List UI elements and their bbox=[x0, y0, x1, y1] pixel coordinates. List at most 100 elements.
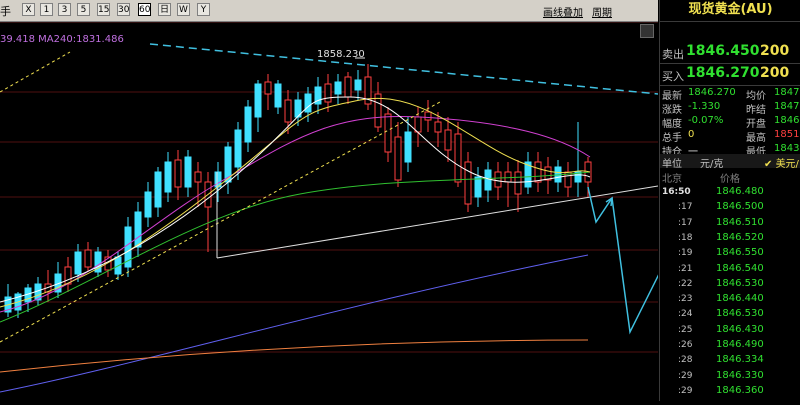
tick-row: :29 1846.330 bbox=[660, 369, 800, 385]
chart-scroll-button[interactable] bbox=[640, 24, 654, 38]
period-button-2[interactable]: 3 bbox=[58, 3, 71, 16]
candle-body bbox=[134, 211, 142, 248]
period-button-4[interactable]: 15 bbox=[97, 3, 110, 16]
tick-price: 1846.440 bbox=[716, 293, 764, 305]
ma20-line bbox=[0, 115, 591, 313]
candle-body bbox=[244, 106, 252, 143]
candle-body bbox=[84, 249, 92, 268]
period-button-6[interactable]: 60 bbox=[138, 3, 151, 16]
candle-body bbox=[194, 171, 202, 183]
stat-value: 1843 bbox=[774, 143, 800, 154]
stat-label: 开盘 bbox=[746, 119, 766, 130]
candle-body bbox=[464, 161, 472, 205]
sell-row: 卖出 1846.450 200 bbox=[660, 42, 800, 62]
tick-price: 1846.530 bbox=[716, 308, 764, 320]
tick-price: 1846.430 bbox=[716, 323, 764, 335]
tick-time: :17 bbox=[678, 202, 693, 213]
tick-time: :23 bbox=[678, 294, 693, 305]
tick-row: :28 1846.334 bbox=[660, 353, 800, 369]
period-button-9[interactable]: Y bbox=[197, 3, 210, 16]
candle-body bbox=[154, 171, 162, 208]
candle-body bbox=[414, 116, 422, 133]
tick-row: :26 1846.490 bbox=[660, 338, 800, 354]
stat-value: -0.07% bbox=[688, 115, 724, 126]
tick-time: :21 bbox=[678, 263, 693, 274]
ma240-line bbox=[0, 339, 589, 373]
period-button-0[interactable]: X bbox=[22, 3, 35, 16]
period-button-3[interactable]: 5 bbox=[77, 3, 90, 16]
tick-price: 1846.530 bbox=[716, 277, 764, 289]
tick-column-header: 单位 元/克 ✔ 美元/ bbox=[660, 154, 800, 170]
stat-value: 1847 bbox=[774, 101, 800, 112]
buy-label: 买入 bbox=[662, 70, 684, 83]
location-label: 北京 bbox=[662, 174, 682, 185]
candle-body bbox=[474, 176, 482, 198]
candle-body bbox=[454, 133, 462, 183]
candle-body bbox=[384, 113, 392, 153]
candle-body bbox=[424, 111, 432, 121]
trendline-dashed-top bbox=[0, 51, 71, 93]
overlay-link[interactable]: 画线叠加 bbox=[543, 4, 583, 19]
candle-body bbox=[284, 99, 292, 123]
candle-body bbox=[274, 83, 282, 108]
sell-label: 卖出 bbox=[662, 48, 684, 61]
candle-body bbox=[174, 159, 182, 188]
stat-value: 1847 bbox=[774, 87, 800, 98]
tick-price: 1846.360 bbox=[716, 384, 764, 396]
tick-time: :29 bbox=[678, 385, 693, 396]
tick-price: 1846.540 bbox=[716, 262, 764, 274]
stat-value: 1846 bbox=[774, 115, 800, 126]
ma10-line bbox=[0, 97, 591, 308]
candle-body bbox=[484, 169, 492, 191]
unit-label: 单位 bbox=[662, 159, 682, 170]
stat-label: 昨结 bbox=[746, 105, 766, 116]
ma-legend: 39.418 MA240:1831.486 bbox=[0, 34, 124, 45]
buy-size: 200 bbox=[760, 65, 790, 81]
candle-body bbox=[64, 266, 72, 285]
tick-row: :29 1846.360 bbox=[660, 384, 800, 400]
candle-body bbox=[514, 171, 522, 195]
high-price-label: 1858.230 bbox=[317, 49, 365, 60]
candle-body bbox=[434, 121, 442, 133]
instrument-title: 现货黄金(AU) bbox=[688, 2, 773, 17]
candle-body bbox=[494, 171, 502, 188]
candlestick-chart[interactable] bbox=[0, 21, 667, 401]
chart-toolbar: 手 X 1 3 5 15 30 60 日 W Y 画线叠加 周期 bbox=[0, 0, 658, 22]
tick-row: :23 1846.440 bbox=[660, 292, 800, 308]
tick-price: 1846.480 bbox=[716, 186, 764, 197]
period-link[interactable]: 周期 bbox=[592, 4, 612, 19]
tick-time: :29 bbox=[678, 370, 693, 381]
period-button-8[interactable]: W bbox=[177, 3, 190, 16]
tick-row: :17 1846.510 bbox=[660, 216, 800, 232]
period-button-7[interactable]: 日 bbox=[158, 3, 171, 16]
chart-canvas bbox=[0, 21, 667, 393]
candle-body bbox=[184, 156, 192, 188]
tick-time: 16:50 bbox=[662, 187, 691, 197]
stat-label: 最高 bbox=[746, 133, 766, 144]
tick-time: :26 bbox=[678, 340, 693, 350]
currency-toggle[interactable]: ✔ 美元/ bbox=[764, 155, 799, 170]
candle-body bbox=[534, 161, 542, 183]
tick-row: :22 1846.530 bbox=[660, 277, 800, 293]
period-button-1[interactable]: 1 bbox=[40, 3, 53, 16]
tick-price: 1846.500 bbox=[716, 201, 764, 213]
tick-time: :24 bbox=[678, 309, 693, 320]
tick-time: :18 bbox=[678, 232, 693, 243]
stat-label: 幅度 bbox=[662, 119, 682, 130]
candle-body bbox=[304, 93, 312, 113]
ma120-line bbox=[0, 254, 589, 393]
tick-price: 1846.510 bbox=[716, 216, 764, 228]
period-button-5[interactable]: 30 bbox=[117, 3, 130, 16]
quote-panel: 现货黄金(AU) 卖出 1846.450 200 买入 1846.270 200… bbox=[659, 0, 800, 401]
candle-body bbox=[164, 161, 172, 193]
candle-body bbox=[354, 79, 362, 91]
buy-price: 1846.270 bbox=[686, 65, 760, 81]
sell-price: 1846.450 bbox=[686, 43, 760, 59]
tick-price: 1846.334 bbox=[716, 354, 764, 366]
stat-label: 涨跌 bbox=[662, 105, 682, 116]
stat-label: 最新 bbox=[662, 91, 682, 102]
unit-value: 元/克 bbox=[700, 159, 724, 170]
candle-body bbox=[544, 166, 552, 181]
tick-price: 1846.490 bbox=[716, 339, 764, 350]
stat-value: 1851 bbox=[774, 129, 800, 140]
